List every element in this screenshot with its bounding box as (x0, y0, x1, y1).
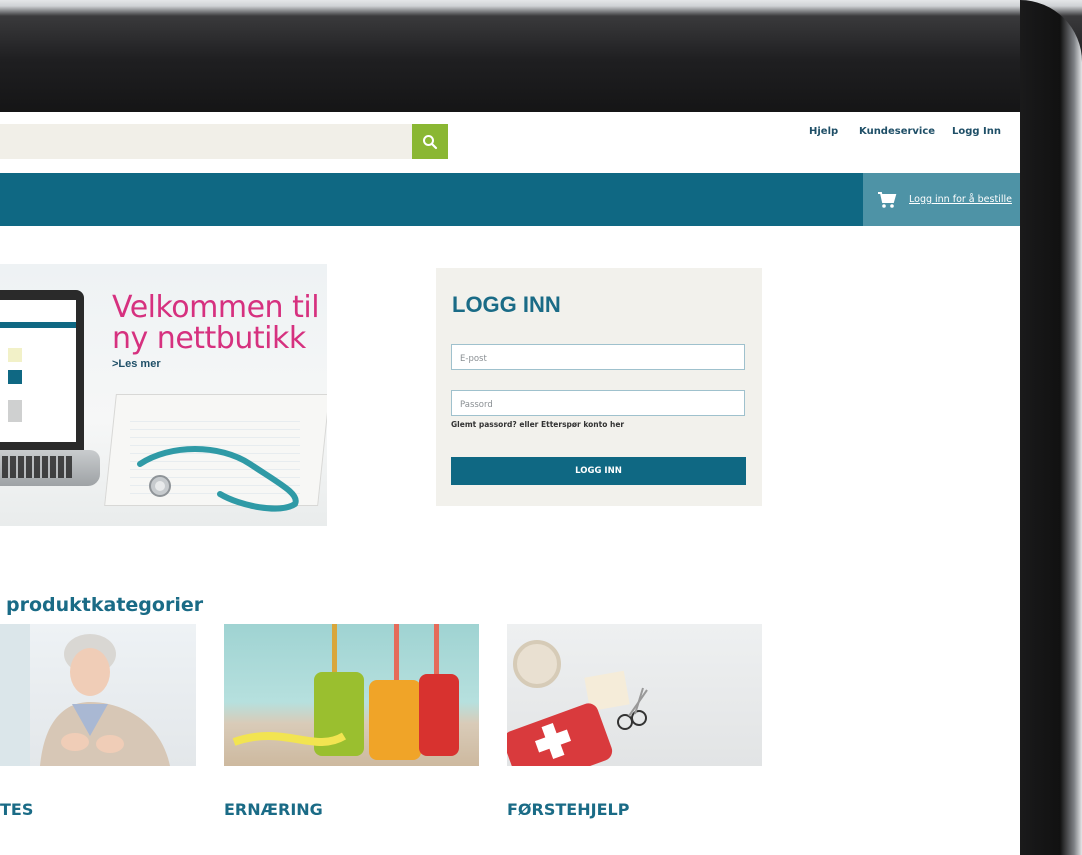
category-image-nutrition[interactable] (224, 624, 479, 766)
forgot-password-link[interactable]: Glemt passord? eller Etterspør konto her (451, 420, 624, 429)
categories-heading: produktkategorier (6, 594, 204, 616)
login-title: LOGG INN (452, 292, 561, 317)
banner-title-line2: ny nettbutikk (112, 321, 306, 356)
smoothie-jars-photo (232, 624, 459, 760)
laptop-bezel-top (0, 0, 1082, 112)
read-more-link[interactable]: >Les mer (112, 358, 161, 370)
password-field[interactable]: Passord (451, 390, 745, 416)
banner-title-line1: Velkommen til (112, 290, 320, 325)
help-link[interactable]: Hjelp (809, 126, 838, 137)
email-field[interactable]: E-post (451, 344, 745, 370)
keyboard (2, 456, 72, 478)
category-label-diabetes[interactable]: TES (0, 800, 33, 819)
category-image-diabetes[interactable] (0, 624, 196, 766)
laptop-bezel-right (1020, 0, 1082, 855)
category-label-first-aid[interactable]: FØRSTEHJELP (507, 800, 629, 819)
cart-icon (878, 191, 897, 208)
search-icon (423, 134, 438, 149)
laptop-illustration (0, 290, 84, 450)
search-button[interactable] (412, 124, 448, 159)
first-aid-kit-photo (507, 640, 648, 766)
welcome-banner[interactable]: Velkommen til ny nettbutikk >Les mer (0, 264, 327, 526)
customer-service-link[interactable]: Kundeservice (859, 126, 935, 137)
category-image-first-aid[interactable] (507, 624, 762, 766)
browser-viewport: Hjelp Kundeservice Logg Inn Logg inn for… (0, 112, 1020, 855)
search-input[interactable] (0, 124, 412, 159)
login-panel: LOGG INN E-post Passord Glemt passord? e… (436, 268, 762, 506)
login-link[interactable]: Logg Inn (952, 126, 1001, 137)
banner-title: Velkommen til ny nettbutikk (112, 290, 320, 356)
login-submit-button[interactable]: LOGG INN (451, 457, 746, 485)
cart-login-button[interactable]: Logg inn for å bestille (863, 173, 1020, 226)
category-label-nutrition[interactable]: ERNÆRING (224, 800, 323, 819)
stethoscope-icon (137, 446, 299, 512)
cart-login-link[interactable]: Logg inn for å bestille (909, 194, 1012, 205)
elderly-woman-photo (0, 624, 170, 766)
